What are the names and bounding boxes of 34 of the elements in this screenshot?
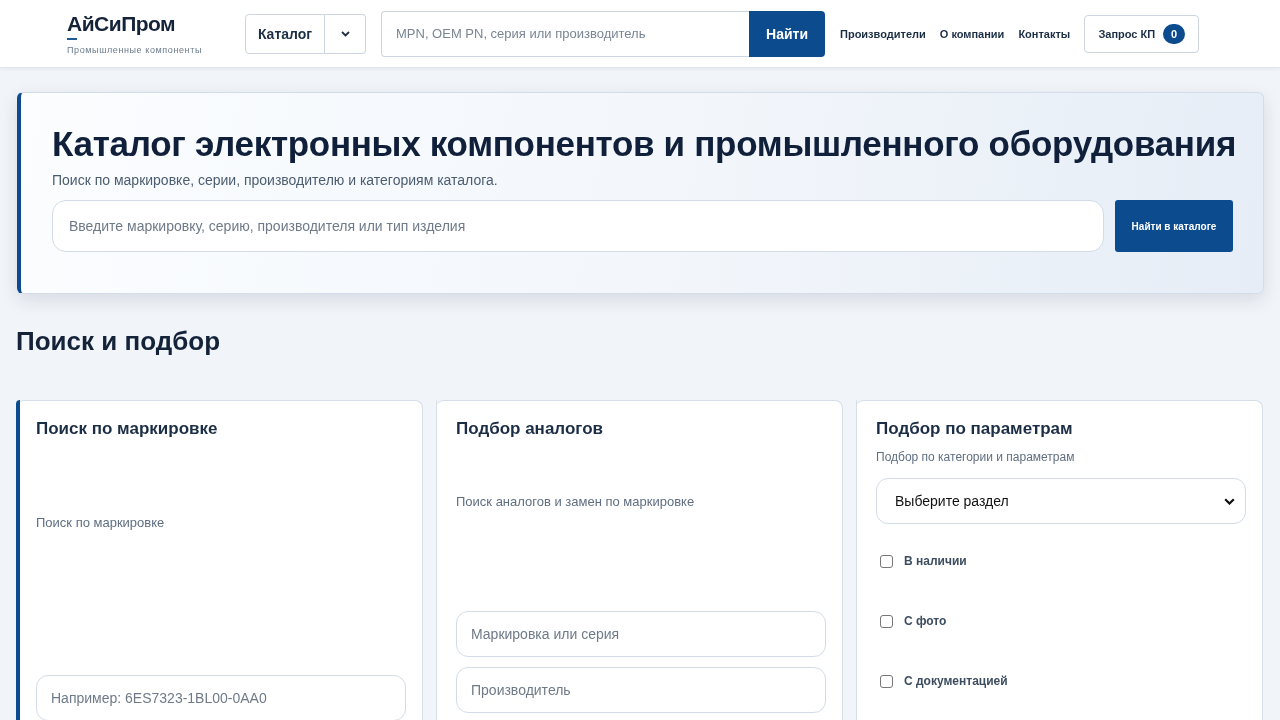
nav-link[interactable]: Производители bbox=[840, 27, 926, 40]
catalog-search-field[interactable]: Введите маркировку, серию, производителя или тип изделия bbox=[52, 200, 1104, 252]
catalog-search-button[interactable]: Найти в каталоге bbox=[1115, 200, 1233, 252]
checkbox-label[interactable]: С фото bbox=[904, 614, 947, 628]
search-field[interactable]: MPN, OEM PN, серия или производитель bbox=[381, 10, 749, 57]
quote-request-button[interactable]: Запрос КП 0 bbox=[1084, 14, 1200, 53]
hero-title: Каталог электронных компонентов и промышленного оборудования bbox=[52, 123, 1233, 165]
hero-subtitle: Поиск по маркировке, серии, производителю и категориям каталога. bbox=[52, 171, 499, 190]
card-title: Подбор аналогов bbox=[456, 418, 604, 440]
catalog-button[interactable]: Каталог bbox=[245, 13, 325, 54]
checkbox[interactable] bbox=[880, 614, 893, 628]
input-field[interactable]: Например: 6ES7323-1BL00-0AA0 bbox=[36, 675, 406, 720]
checkbox[interactable] bbox=[880, 674, 893, 688]
logo-text[interactable]: АйСиПром bbox=[67, 11, 176, 36]
section-title: Поиск и подбор bbox=[16, 325, 222, 358]
chevron-down-icon bbox=[340, 30, 350, 37]
checkbox[interactable] bbox=[880, 554, 893, 568]
card-description: Поиск по маркировке bbox=[36, 514, 166, 532]
chevron-down-icon bbox=[1224, 497, 1235, 505]
card-title: Поиск по маркировке bbox=[36, 418, 219, 440]
dash-icon bbox=[67, 37, 77, 40]
card-description: Поиск аналогов и замен по маркировке bbox=[456, 493, 696, 511]
card-description: Подбор по категории и параметрам bbox=[876, 449, 1076, 465]
card-title: Подбор по параметрам bbox=[876, 418, 1074, 440]
nav-link[interactable]: О компании bbox=[939, 27, 1005, 40]
input-field[interactable]: Производитель bbox=[456, 667, 826, 713]
search-button[interactable]: Найти bbox=[749, 10, 825, 57]
section-select[interactable]: Выберите раздел bbox=[876, 478, 1246, 524]
checkbox-label[interactable]: В наличии bbox=[904, 554, 967, 568]
input-field[interactable]: Маркировка или серия bbox=[456, 611, 826, 657]
nav-link[interactable]: Контакты bbox=[1018, 27, 1071, 40]
count-badge: 0 bbox=[1163, 23, 1186, 44]
checkbox-label[interactable]: С документацией bbox=[904, 674, 1008, 688]
logo-tagline: Промышленные компоненты bbox=[67, 44, 202, 56]
